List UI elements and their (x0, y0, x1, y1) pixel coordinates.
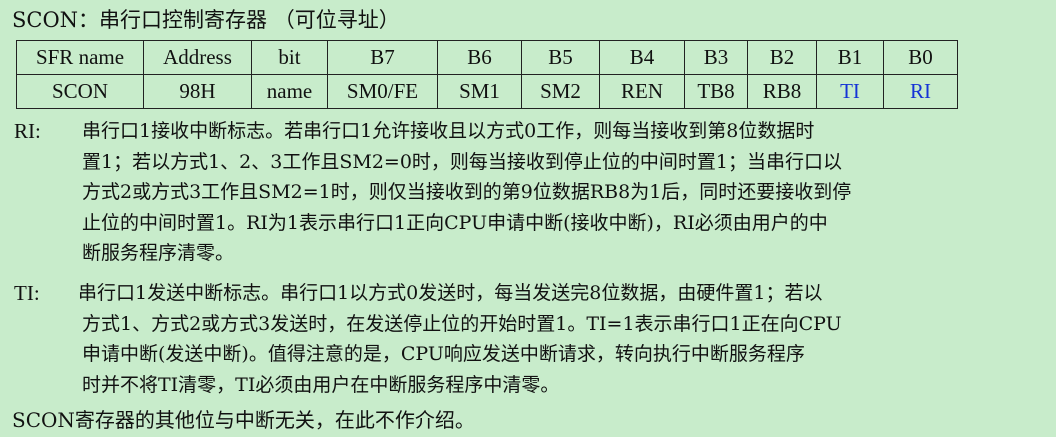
header-cell-bit: bit (251, 40, 328, 75)
ri-line: 方式2或方式3工作且SM2=1时，则仅当接收到的第9位数据RB8为1后，同时还要… (82, 181, 852, 203)
table-header-row: SFR name Address bit B7 B6 B5 B4 B3 B2 B… (16, 40, 958, 75)
cell-b0-value: RI (883, 74, 958, 109)
ti-text: 串行口1发送中断标志。串行口1以方式0发送时，每当发送完8位数据，由硬件置1；若… (78, 278, 1012, 400)
ri-line: 置1；若以方式1、2、3工作且SM2=0时，则每当接收到停止位的中间时置1；当串… (82, 150, 843, 173)
table-row: SCON 98H name SM0/FE SM1 SM2 REN TB8 RB8… (16, 74, 958, 109)
ri-line: 断服务程序清零。 (82, 242, 235, 264)
header-cell-b2: B2 (747, 40, 817, 75)
ti-line: 串行口1发送中断标志。串行口1以方式0发送时，每当发送完8位数据，由硬件置1；若… (78, 282, 823, 304)
cell-address-value: 98H (143, 74, 252, 109)
cell-b5-value: SM2 (521, 74, 600, 109)
cell-b4-value: REN (599, 74, 685, 109)
ti-line: 时并不将TI清零，TI必须由用户在中断服务程序中清零。 (82, 373, 560, 396)
header-cell-b6: B6 (437, 40, 522, 75)
header-cell-b0: B0 (883, 40, 958, 75)
header-cell-b3: B3 (684, 40, 748, 75)
ti-label: TI: (14, 281, 40, 305)
header-cell-b4: B4 (599, 40, 685, 75)
cell-sfr-name-value: SCON (16, 74, 144, 109)
ri-description: RI: 串行口1接收中断标志。若串行口1允许接收且以方式0工作，则每当接收到第8… (0, 116, 1040, 269)
cell-b3-value: TB8 (684, 74, 748, 109)
header-cell-b5: B5 (521, 40, 600, 75)
ri-label: RI: (14, 119, 41, 143)
ri-line: 串行口1接收中断标志。若串行口1允许接收且以方式0工作，则每当接收到第8位数据时 (82, 120, 815, 142)
ti-line: 申请中断(发送中断)。值得注意的是，CPU响应发送中断请求，转向执行中断服务程序 (82, 343, 805, 365)
scon-register-table: SFR name Address bit B7 B6 B5 B4 B3 B2 B… (16, 40, 958, 109)
header-cell-sfr-name: SFR name (16, 40, 144, 75)
cell-b6-value: SM1 (437, 74, 522, 109)
header-cell-b7: B7 (327, 40, 438, 75)
cell-b7-value: SM0/FE (327, 74, 438, 109)
cell-bit-value: name (251, 74, 328, 109)
cell-b1-value: TI (816, 74, 884, 109)
header-cell-b1: B1 (816, 40, 884, 75)
header-cell-address: Address (143, 40, 252, 75)
ri-line: 止位的中间时置1。RI为1表示串行口1正向CPU申请中断(接收中断)，RI必须由… (82, 211, 828, 234)
ti-line: 方式1、方式2或方式3发送时，在发送停止位的开始时置1。TI=1表示串行口1正在… (82, 312, 842, 335)
footer-note: SCON寄存器的其他位与中断无关，在此不作介绍。 (12, 408, 475, 432)
cell-b2-value: RB8 (747, 74, 817, 109)
ti-description: TI: 串行口1发送中断标志。串行口1以方式0发送时，每当发送完8位数据，由硬件… (0, 278, 1040, 400)
ri-text: 串行口1接收中断标志。若串行口1允许接收且以方式0工作，则每当接收到第8位数据时… (82, 116, 1012, 269)
page-title: SCON：串行口控制寄存器 （可位寻址） (12, 8, 400, 32)
